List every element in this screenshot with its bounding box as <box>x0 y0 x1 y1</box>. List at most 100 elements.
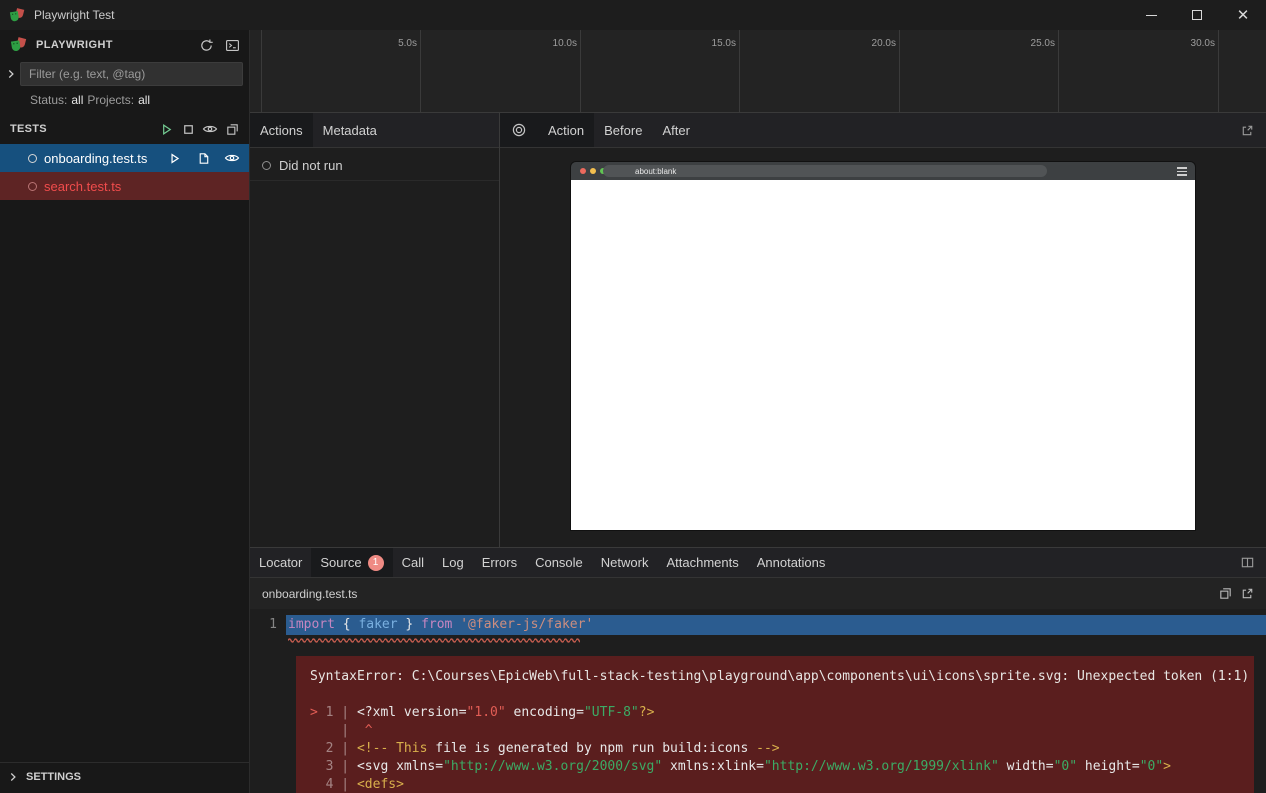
test-file-label: onboarding.test.ts <box>44 151 147 166</box>
timeline-tick: 20.0s <box>836 38 896 49</box>
external-link-icon <box>1240 586 1255 601</box>
did-not-run-label: Did not run <box>279 158 343 173</box>
tab-log[interactable]: Log <box>433 548 473 577</box>
tab-console[interactable]: Console <box>526 548 592 577</box>
tab-source[interactable]: Source 1 <box>311 548 392 577</box>
external-link-icon <box>1240 123 1255 138</box>
tab-label: Source <box>320 555 361 570</box>
status-label: Status: <box>30 93 67 107</box>
snapshot-tabbar: Action Before After <box>500 113 1266 148</box>
refresh-icon <box>199 38 214 53</box>
maximize-button[interactable] <box>1174 0 1220 30</box>
timeline-gridline <box>899 30 900 112</box>
browser-snapshot: about:blank <box>571 162 1195 530</box>
run-test-button[interactable] <box>163 147 185 169</box>
sidebar: PLAYWRIGHT <box>0 30 250 793</box>
timeline-tick: 30.0s <box>1155 38 1215 49</box>
code-text: import { faker } from '@faker-js/faker' <box>286 615 1266 635</box>
timeline-gridline <box>261 30 262 112</box>
action-list-item[interactable]: Did not run <box>250 151 499 181</box>
eye-icon <box>202 121 218 137</box>
bottom-tabbar: Locator Source 1 Call Log Errors Console… <box>250 548 1266 578</box>
source-code[interactable]: 1 import { faker } from '@faker-js/faker… <box>250 609 1266 793</box>
status-circle-icon <box>28 182 37 191</box>
run-all-icon <box>159 122 174 137</box>
middle-row: Actions Metadata Did not run <box>250 113 1266 547</box>
open-snapshot-button[interactable] <box>1236 119 1258 141</box>
timeline[interactable]: 5.0s 10.0s 15.0s 20.0s 25.0s 30.0s <box>250 30 1266 113</box>
tab-metadata[interactable]: Metadata <box>313 113 387 147</box>
eye-icon <box>224 150 240 166</box>
tab-network[interactable]: Network <box>592 548 658 577</box>
tab-actions[interactable]: Actions <box>250 113 313 147</box>
window-controls: ✕ <box>1128 0 1266 30</box>
status-value[interactable]: all <box>71 93 83 107</box>
tab-attachments[interactable]: Attachments <box>657 548 747 577</box>
test-file-item[interactable]: onboarding.test.ts <box>0 144 249 172</box>
filter-input[interactable] <box>20 62 243 86</box>
timeline-gridline <box>739 30 740 112</box>
status-circle-icon <box>28 154 37 163</box>
tests-title: TESTS <box>10 123 47 135</box>
pick-locator-button[interactable] <box>500 113 538 147</box>
error-frame-line: > 1 | <?xml version="1.0" encoding="UTF-… <box>310 704 1240 722</box>
refresh-button[interactable] <box>195 34 217 56</box>
actions-pane: Actions Metadata Did not run <box>250 113 500 547</box>
bottom-pane: Locator Source 1 Call Log Errors Console… <box>250 547 1266 793</box>
copy-source-button[interactable] <box>1214 583 1236 605</box>
error-message: SyntaxError: C:\Courses\EpicWeb\full-sta… <box>310 668 1240 686</box>
watch-all-button[interactable] <box>199 118 221 140</box>
titlebar: Playwright Test ✕ <box>0 0 1266 30</box>
actions-tabbar: Actions Metadata <box>250 113 499 148</box>
timeline-gridline <box>580 30 581 112</box>
chevron-right-icon[interactable] <box>4 67 18 81</box>
error-frame-line: 3 | <svg xmlns="http://www.w3.org/2000/s… <box>310 758 1240 776</box>
split-view-button[interactable] <box>1236 552 1258 574</box>
minimize-icon <box>1146 15 1157 16</box>
timeline-tick: 5.0s <box>357 38 417 49</box>
tab-label: Actions <box>260 123 303 138</box>
settings-section[interactable]: SETTINGS <box>0 762 249 790</box>
snapshot-body: about:blank <box>500 148 1266 547</box>
tab-label: Call <box>402 555 424 570</box>
projects-value[interactable]: all <box>138 93 150 107</box>
close-dot-icon <box>580 168 586 174</box>
source-location-button[interactable] <box>192 147 214 169</box>
address-bar: about:blank <box>603 165 1047 177</box>
open-source-button[interactable] <box>1236 583 1258 605</box>
sidebar-header: PLAYWRIGHT <box>0 30 249 60</box>
split-view-icon <box>1240 555 1255 570</box>
minimize-button[interactable] <box>1128 0 1174 30</box>
timeline-tick: 10.0s <box>517 38 577 49</box>
tab-errors[interactable]: Errors <box>473 548 526 577</box>
tab-annotations[interactable]: Annotations <box>748 548 835 577</box>
tab-label: Locator <box>259 555 302 570</box>
settings-label: SETTINGS <box>26 771 81 783</box>
status-line: Status: all Projects: all <box>0 88 249 112</box>
tab-locator[interactable]: Locator <box>250 548 311 577</box>
tab-call[interactable]: Call <box>393 548 433 577</box>
stop-button[interactable] <box>177 118 199 140</box>
tab-after[interactable]: After <box>652 113 699 147</box>
browser-chrome: about:blank <box>571 162 1195 180</box>
maximize-icon <box>1192 10 1202 20</box>
timeline-gridline <box>1218 30 1219 112</box>
tab-label: Attachments <box>666 555 738 570</box>
tests-header: TESTS <box>0 114 249 144</box>
tab-label: Console <box>535 555 583 570</box>
close-button[interactable]: ✕ <box>1220 0 1266 30</box>
test-file-item[interactable]: search.test.ts <box>0 172 249 200</box>
tab-before[interactable]: Before <box>594 113 652 147</box>
snapshot-pane: Action Before After <box>500 113 1266 547</box>
play-icon <box>167 151 182 166</box>
tab-action[interactable]: Action <box>538 113 594 147</box>
run-all-button[interactable] <box>155 118 177 140</box>
status-circle-icon <box>262 161 271 170</box>
close-icon: ✕ <box>1237 8 1250 23</box>
terminal-button[interactable] <box>221 34 243 56</box>
window-title: Playwright Test <box>34 8 114 22</box>
collapse-all-button[interactable] <box>221 118 243 140</box>
copy-icon <box>1218 586 1233 601</box>
main-area: PLAYWRIGHT <box>0 30 1266 793</box>
watch-test-button[interactable] <box>221 147 243 169</box>
